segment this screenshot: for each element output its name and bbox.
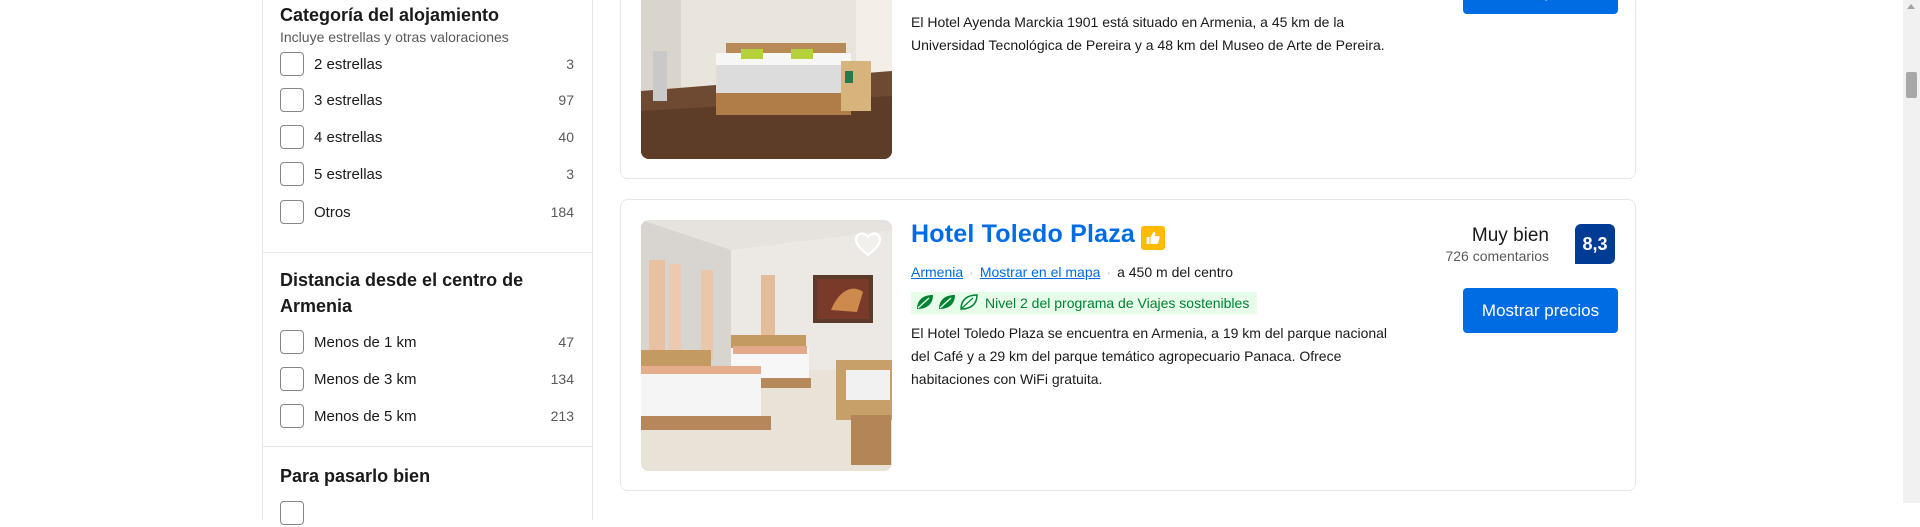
scroll-up-arrow-icon[interactable] bbox=[1907, 4, 1915, 9]
leaf-icon bbox=[959, 293, 979, 314]
filter-option-label: 4 estrellas bbox=[314, 128, 383, 146]
filter-option-under-3km[interactable]: Menos de 3 km 134 bbox=[280, 365, 574, 393]
leaf-icon bbox=[915, 293, 935, 314]
scrollbar-thumb[interactable] bbox=[1906, 72, 1917, 98]
property-description: El Hotel Toledo Plaza se encuentra en Ar… bbox=[911, 322, 1431, 391]
description-line: El Hotel Toledo Plaza se encuentra en Ar… bbox=[911, 325, 1388, 341]
bedroom-photo-icon bbox=[641, 0, 892, 159]
city-link[interactable]: Armenia bbox=[911, 264, 963, 280]
checkbox-icon[interactable] bbox=[280, 404, 304, 428]
separator-dot: · bbox=[1106, 264, 1112, 280]
filter-group-title-line: Distancia desde el centro de bbox=[280, 270, 524, 290]
filter-option-label: Menos de 3 km bbox=[314, 370, 417, 388]
filter-option-count: 97 bbox=[558, 92, 574, 108]
filter-group-category: Categoría del alojamiento Incluye estrel… bbox=[263, 0, 592, 252]
filter-option-count: 40 bbox=[558, 129, 574, 145]
property-card[interactable]: El Hotel Ayenda Marckia 1901 está situad… bbox=[620, 0, 1636, 179]
filter-option-under-1km[interactable]: Menos de 1 km 47 bbox=[280, 328, 574, 356]
review-count: 726 comentarios bbox=[1445, 248, 1549, 264]
filter-option-label: Menos de 1 km bbox=[314, 333, 417, 351]
rating-word: Muy bien bbox=[1471, 225, 1549, 246]
checkbox-icon[interactable] bbox=[280, 52, 304, 76]
filter-option-label: 2 estrellas bbox=[314, 55, 383, 73]
filter-option-other[interactable]: Otros 184 bbox=[280, 198, 574, 226]
checkbox-icon[interactable] bbox=[280, 162, 304, 186]
filter-option-fun-first[interactable] bbox=[280, 499, 574, 527]
property-photo[interactable] bbox=[641, 0, 892, 159]
heart-icon[interactable] bbox=[852, 228, 884, 260]
property-photo[interactable] bbox=[641, 220, 892, 471]
sustainability-label: Nivel 2 del programa de Viajes sostenibl… bbox=[985, 295, 1250, 311]
checkbox-icon[interactable] bbox=[280, 330, 304, 354]
filter-option-2-stars[interactable]: 2 estrellas 3 bbox=[280, 50, 574, 78]
checkbox-icon[interactable] bbox=[280, 125, 304, 149]
filter-option-count: 47 bbox=[558, 334, 574, 350]
filter-group-title: Para pasarlo bien bbox=[280, 466, 431, 486]
filter-option-4-stars[interactable]: 4 estrellas 40 bbox=[280, 123, 574, 151]
filter-option-label: Otros bbox=[314, 203, 351, 221]
filter-option-count: 184 bbox=[550, 204, 574, 220]
filter-group-title: Distancia desde el centro de Armenia bbox=[280, 267, 523, 319]
filter-group-fun: Para pasarlo bien bbox=[263, 446, 592, 527]
thumbs-up-icon bbox=[1141, 226, 1165, 250]
show-prices-button[interactable]: Mostrar precios bbox=[1463, 288, 1618, 333]
filter-option-count: 213 bbox=[550, 408, 574, 424]
property-title[interactable]: Hotel Toledo Plaza bbox=[911, 220, 1135, 249]
checkbox-icon[interactable] bbox=[280, 501, 304, 525]
review-score-badge[interactable]: 8,3 bbox=[1575, 224, 1615, 264]
description-line: El Hotel Ayenda Marckia 1901 está situad… bbox=[911, 14, 1345, 30]
leaf-icon bbox=[937, 293, 957, 314]
filters-sidebar: Categoría del alojamiento Incluye estrel… bbox=[262, 0, 593, 525]
filter-option-3-stars[interactable]: 3 estrellas 97 bbox=[280, 86, 574, 114]
sustainability-badge[interactable]: Nivel 2 del programa de Viajes sostenibl… bbox=[911, 292, 1258, 314]
filter-group-title: Categoría del alojamiento bbox=[280, 5, 500, 25]
page-scrollbar[interactable] bbox=[1903, 0, 1920, 503]
property-card[interactable]: Hotel Toledo Plaza Armenia · Mostrar en … bbox=[620, 199, 1636, 491]
filter-option-label: 3 estrellas bbox=[314, 91, 383, 109]
separator-dot: · bbox=[969, 264, 974, 280]
distance-from-center: a 450 m del centro bbox=[1117, 264, 1234, 280]
filter-group-title-line: Armenia bbox=[280, 296, 353, 316]
filter-option-label: Menos de 5 km bbox=[314, 407, 417, 425]
description-line: del Café y a 29 km del parque temático a… bbox=[911, 348, 1342, 364]
description-line: habitaciones con WiFi gratuita. bbox=[911, 371, 1103, 387]
filter-option-count: 134 bbox=[550, 371, 574, 387]
property-description: El Hotel Ayenda Marckia 1901 está situad… bbox=[911, 11, 1431, 57]
filter-option-count: 3 bbox=[566, 166, 574, 182]
filter-option-label: 5 estrellas bbox=[314, 165, 383, 183]
filter-option-under-5km[interactable]: Menos de 5 km 213 bbox=[280, 402, 574, 430]
filter-group-subtitle: Incluye estrellas y otras valoraciones bbox=[280, 29, 509, 45]
show-prices-button[interactable]: Mostrar precios bbox=[1463, 0, 1618, 14]
checkbox-icon[interactable] bbox=[280, 200, 304, 224]
checkbox-icon[interactable] bbox=[280, 367, 304, 391]
filter-option-count: 3 bbox=[566, 56, 574, 72]
show-on-map-link[interactable]: Mostrar en el mapa bbox=[980, 264, 1101, 280]
checkbox-icon[interactable] bbox=[280, 88, 304, 112]
description-line: Universidad Tecnológica de Pereira y a 4… bbox=[911, 37, 1385, 53]
property-location: Armenia · Mostrar en el mapa · a 450 m d… bbox=[911, 264, 1233, 280]
filter-group-distance: Distancia desde el centro de Armenia Men… bbox=[263, 252, 592, 447]
filter-option-5-stars[interactable]: 5 estrellas 3 bbox=[280, 160, 574, 188]
